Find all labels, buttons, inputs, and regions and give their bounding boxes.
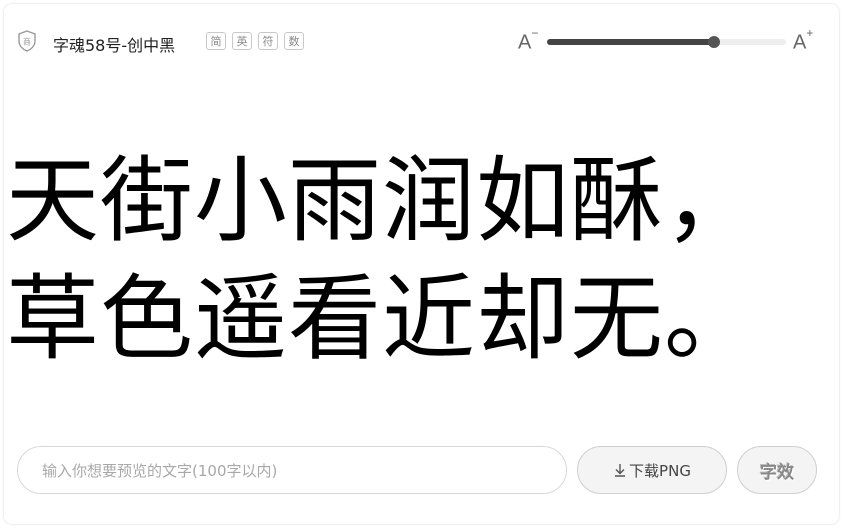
text-effect-label: 字效	[760, 462, 794, 483]
font-size-slider[interactable]	[547, 36, 786, 48]
preview-text-input[interactable]	[40, 447, 544, 495]
font-preview-card: 商 字魂58号-创中黑 简 英 符 数 A− A+ 天街小雨润如酥， 草色遥看近…	[4, 4, 839, 524]
preview-input-container	[17, 446, 567, 495]
slider-handle[interactable]	[708, 36, 720, 48]
decrease-size-label: A	[518, 31, 532, 54]
download-png-label: 下载PNG	[629, 461, 691, 480]
increase-size-button[interactable]: A+	[793, 26, 813, 55]
font-name: 字魂58号-创中黑	[53, 36, 176, 55]
increase-size-sup: +	[806, 26, 814, 40]
svg-text:商: 商	[23, 37, 31, 47]
decrease-size-sup: −	[531, 26, 539, 40]
tag-english: 英	[232, 32, 252, 50]
card-header: 商 字魂58号-创中黑 简 英 符 数 A− A+	[4, 4, 839, 78]
preview-line-1: 天街小雨润如酥，	[6, 147, 758, 255]
preview-text: 天街小雨润如酥， 草色遥看近却无。	[6, 142, 836, 378]
tag-digits: 数	[284, 32, 304, 50]
tag-simplified: 简	[206, 32, 226, 50]
shield-icon: 商	[18, 30, 36, 52]
tag-symbols: 符	[258, 32, 278, 50]
font-size-control: A− A+	[518, 26, 830, 55]
decrease-size-button[interactable]: A−	[518, 26, 538, 55]
preview-line-2: 草色遥看近却无。	[6, 265, 758, 373]
increase-size-label: A	[793, 31, 807, 54]
text-effect-button[interactable]: 字效	[737, 446, 817, 494]
download-png-button[interactable]: 下载PNG	[577, 446, 727, 494]
charset-tags: 简 英 符 数	[206, 32, 304, 50]
slider-fill	[547, 39, 714, 45]
download-icon	[615, 464, 626, 477]
